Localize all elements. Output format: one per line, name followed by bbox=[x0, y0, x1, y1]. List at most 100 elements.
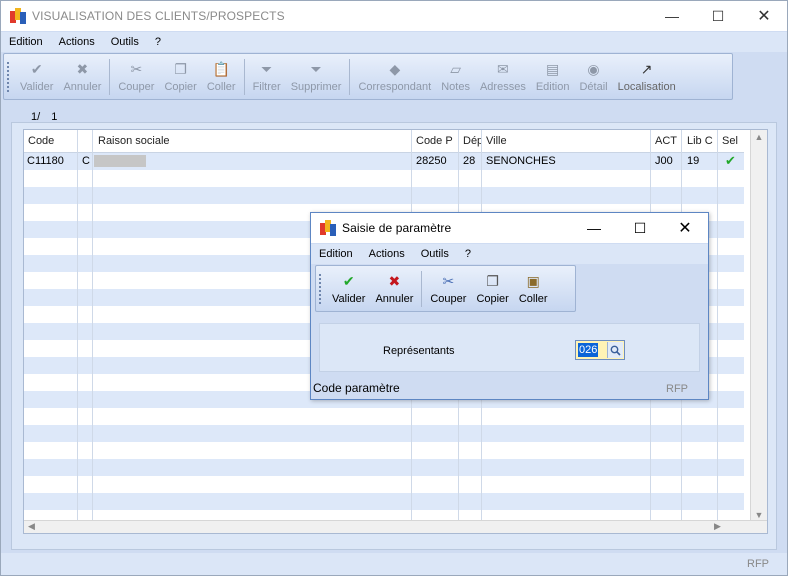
menu-edition[interactable]: Edition bbox=[1, 36, 51, 48]
valider-button[interactable]: ✔ Valider bbox=[15, 54, 58, 94]
table-row[interactable] bbox=[24, 408, 744, 425]
table-row[interactable] bbox=[24, 493, 744, 510]
copy-icon: ❐ bbox=[174, 60, 187, 77]
parameter-dialog: Saisie de paramètre — ☐ ✕ Edition Action… bbox=[310, 212, 709, 400]
menu-help[interactable]: ? bbox=[457, 248, 479, 260]
scroll-down-icon[interactable]: ▼ bbox=[751, 510, 767, 520]
detail-button[interactable]: ◉ Détail bbox=[574, 54, 612, 94]
couper-button[interactable]: ✂ Couper bbox=[113, 54, 159, 94]
copy-icon: ❐ bbox=[486, 272, 499, 289]
col-ville[interactable]: Ville bbox=[486, 135, 507, 147]
toolbar-separator bbox=[109, 59, 111, 95]
minimize-icon[interactable]: — bbox=[571, 213, 617, 243]
table-row[interactable] bbox=[24, 442, 744, 459]
col-divider bbox=[77, 130, 78, 522]
printer-icon: ▤ bbox=[546, 60, 560, 77]
coller-button[interactable]: ▣ Coller bbox=[514, 266, 553, 306]
col-sel[interactable]: Sel bbox=[722, 135, 738, 147]
coller-button[interactable]: 📋 Coller bbox=[202, 54, 241, 94]
cell-act: J00 bbox=[655, 155, 673, 167]
col-dep[interactable]: Dép bbox=[463, 135, 481, 147]
close-icon[interactable]: ✕ bbox=[662, 213, 708, 243]
app-logo-icon bbox=[320, 220, 336, 236]
annuler-button[interactable]: ✖ Annuler bbox=[370, 266, 418, 306]
filtrer-button[interactable]: ⏷ Filtrer bbox=[248, 54, 286, 94]
representants-label: Représentants bbox=[383, 345, 455, 357]
annuler-button[interactable]: ✖ Annuler bbox=[58, 54, 106, 94]
col-divider bbox=[92, 130, 93, 522]
representants-value[interactable]: 026 bbox=[578, 343, 599, 357]
menu-bar: Edition Actions Outils ? bbox=[1, 32, 787, 52]
table-row[interactable] bbox=[24, 170, 744, 187]
close-icon[interactable]: ✕ bbox=[741, 1, 787, 31]
maximize-icon[interactable]: ☐ bbox=[617, 213, 663, 243]
check-icon: ✔ bbox=[725, 153, 736, 168]
horizontal-scrollbar[interactable]: ◀ ▶ bbox=[24, 520, 767, 533]
menu-outils[interactable]: Outils bbox=[103, 36, 147, 48]
table-row[interactable] bbox=[24, 187, 744, 204]
maximize-icon[interactable]: ☐ bbox=[695, 1, 741, 31]
window-title: VISUALISATION DES CLIENTS/PROSPECTS bbox=[32, 9, 285, 23]
dialog-title-bar: Saisie de paramètre — ☐ ✕ bbox=[311, 213, 708, 243]
col-code-p[interactable]: Code P bbox=[416, 135, 453, 147]
status-rfp: RFP bbox=[747, 558, 769, 570]
scissors-icon: ✂ bbox=[130, 60, 143, 77]
paste-icon: 📋 bbox=[212, 60, 230, 77]
envelope-icon: ✉ bbox=[497, 60, 509, 77]
cell-ville: SENONCHES bbox=[486, 155, 556, 167]
toolbar-grip[interactable] bbox=[7, 62, 13, 92]
menu-actions[interactable]: Actions bbox=[51, 36, 103, 48]
toolbar-separator bbox=[349, 59, 351, 95]
correspondant-button[interactable]: ◆ Correspondant bbox=[353, 54, 436, 94]
toolbar-grip[interactable] bbox=[319, 274, 325, 304]
table-row[interactable] bbox=[24, 459, 744, 476]
vertical-scrollbar[interactable]: ▲ ▼ bbox=[750, 130, 767, 522]
notes-button[interactable]: ▱ Notes bbox=[436, 54, 475, 94]
cell-lib-c: 19 bbox=[687, 155, 700, 167]
copier-button[interactable]: ❐ Copier bbox=[159, 54, 201, 94]
cell-code-p: 28250 bbox=[416, 155, 447, 167]
check-icon: ✔ bbox=[342, 272, 355, 289]
minimize-icon[interactable]: — bbox=[649, 1, 695, 31]
cross-icon: ✖ bbox=[76, 60, 89, 77]
edition-button[interactable]: ▤ Edition bbox=[531, 54, 575, 94]
search-icon[interactable] bbox=[607, 342, 623, 358]
scissors-icon: ✂ bbox=[442, 272, 455, 289]
adresses-button[interactable]: ✉ Adresses bbox=[475, 54, 531, 94]
table-row[interactable] bbox=[24, 425, 744, 442]
menu-actions[interactable]: Actions bbox=[361, 248, 413, 260]
representants-input[interactable]: 026 bbox=[575, 340, 625, 360]
redacted-raison-sociale bbox=[94, 155, 146, 167]
dialog-toolbar: ✔ Valider ✖ Annuler ✂ Couper ❐ Copier ▣ Colle… bbox=[315, 265, 576, 312]
col-code[interactable]: Code bbox=[28, 135, 54, 147]
col-lib-c[interactable]: Lib C bbox=[687, 135, 713, 147]
scroll-right-icon[interactable]: ▶ bbox=[714, 521, 721, 532]
dialog-menu-bar: Edition Actions Outils ? bbox=[311, 244, 708, 264]
toolbar-separator bbox=[421, 271, 423, 307]
toolbar-separator bbox=[243, 59, 245, 95]
menu-outils[interactable]: Outils bbox=[413, 248, 457, 260]
couper-button[interactable]: ✂ Couper bbox=[425, 266, 471, 306]
valider-button[interactable]: ✔ Valider bbox=[327, 266, 370, 306]
cell-type: C bbox=[82, 155, 90, 167]
cell-code: C11180 bbox=[27, 155, 64, 167]
external-link-icon: ↗ bbox=[640, 60, 653, 77]
menu-edition[interactable]: Edition bbox=[311, 248, 361, 260]
col-raison-sociale[interactable]: Raison sociale bbox=[98, 135, 170, 147]
localisation-button[interactable]: ↗ Localisation bbox=[613, 54, 681, 94]
table-row[interactable] bbox=[24, 476, 744, 493]
scroll-up-icon[interactable]: ▲ bbox=[751, 132, 767, 142]
dialog-status-rfp: RFP bbox=[666, 383, 688, 395]
paste-icon: ▣ bbox=[526, 272, 540, 289]
col-act[interactable]: ACT bbox=[655, 135, 677, 147]
cross-icon: ✖ bbox=[388, 272, 401, 289]
dialog-status-text: Code paramètre bbox=[313, 381, 400, 395]
dialog-title: Saisie de paramètre bbox=[342, 221, 452, 235]
scroll-left-icon[interactable]: ◀ bbox=[28, 521, 35, 532]
supprimer-button[interactable]: ⏷ Supprimer bbox=[286, 54, 347, 94]
status-bar: RFP bbox=[1, 553, 787, 575]
copier-button[interactable]: ❐ Copier bbox=[471, 266, 513, 306]
table-row[interactable]: C11180 C 28250 28 SENONCHES J00 19 ✔ bbox=[24, 153, 744, 170]
eye-icon: ◉ bbox=[587, 60, 600, 77]
menu-help[interactable]: ? bbox=[147, 36, 169, 48]
